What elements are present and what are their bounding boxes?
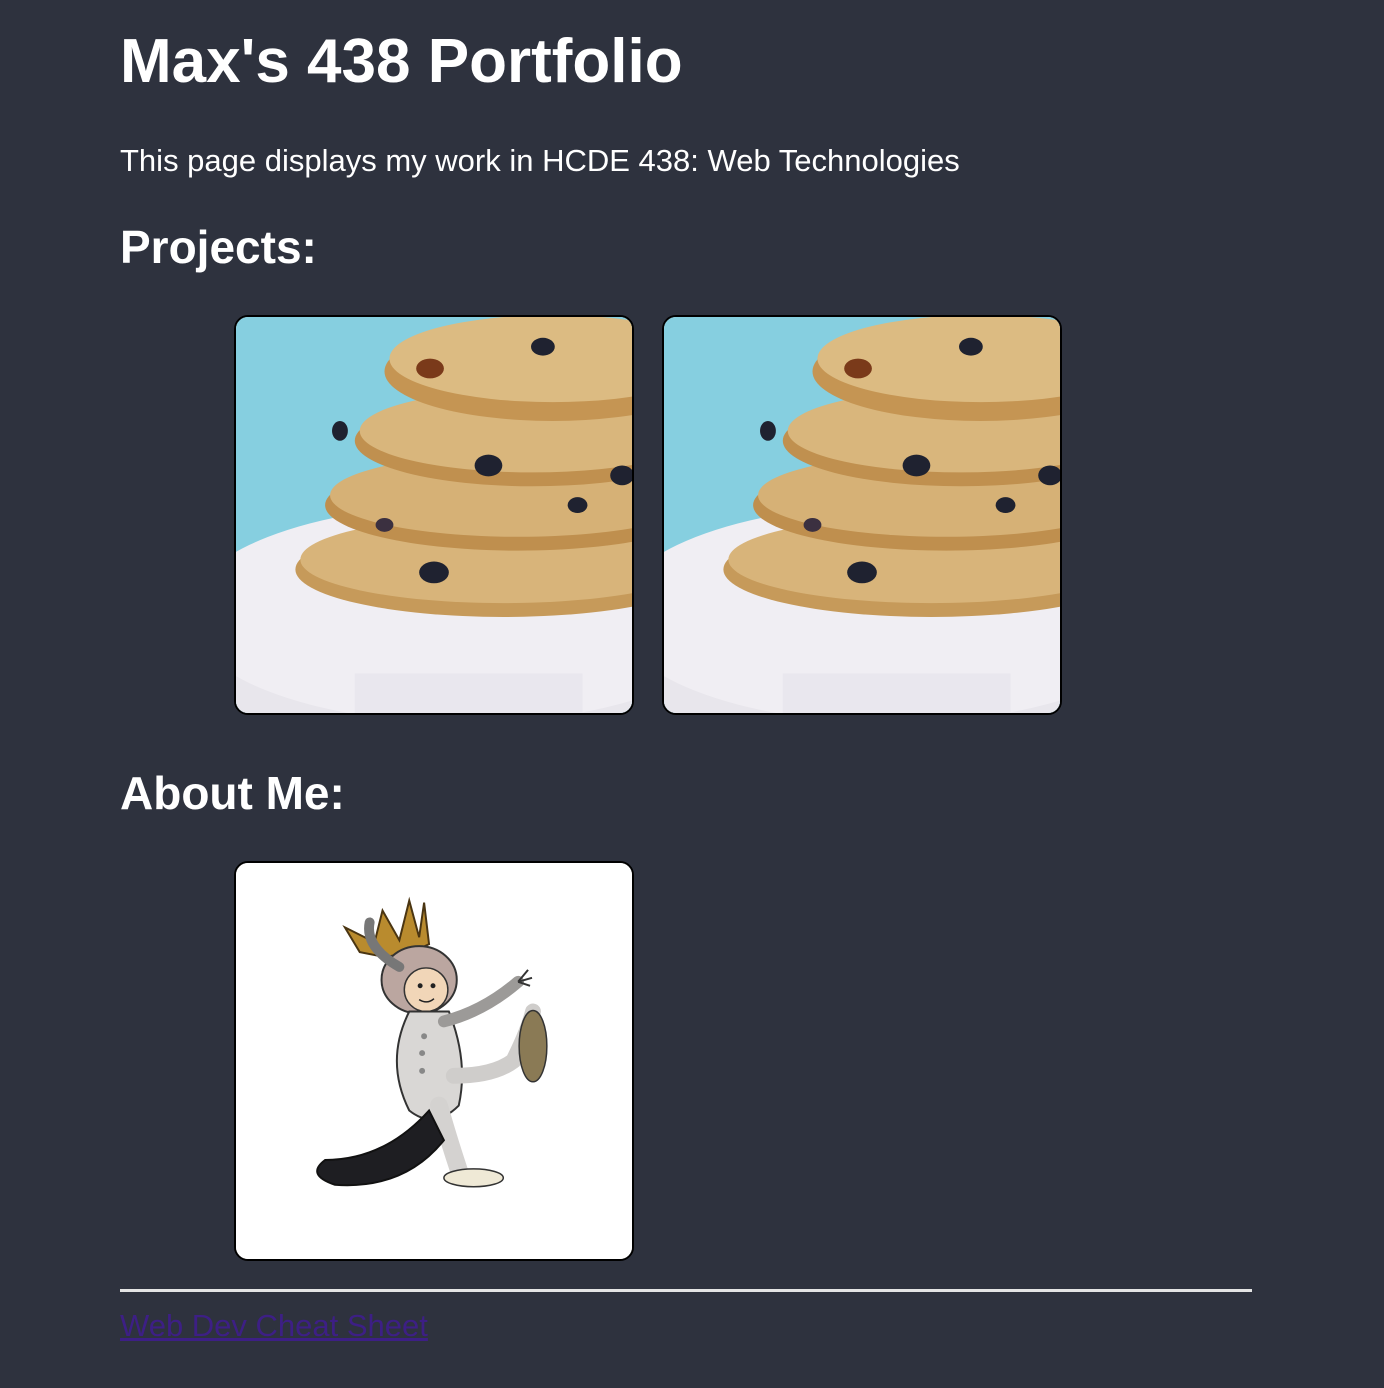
wild-thing-illustration	[236, 863, 632, 1259]
footer-divider	[120, 1289, 1252, 1292]
web-dev-cheat-sheet-link[interactable]: Web Dev Cheat Sheet	[120, 1308, 428, 1344]
cookie-stack-image	[664, 317, 1060, 713]
cookie-stack-image	[236, 317, 632, 713]
projects-heading: Projects:	[120, 221, 317, 273]
page-title: Max's 438 Portfolio	[120, 27, 683, 96]
about-card[interactable]	[234, 861, 634, 1261]
project-card-2[interactable]	[662, 315, 1062, 715]
project-card-1[interactable]	[234, 315, 634, 715]
about-heading: About Me:	[120, 767, 345, 819]
intro-text: This page displays my work in HCDE 438: …	[120, 143, 960, 178]
